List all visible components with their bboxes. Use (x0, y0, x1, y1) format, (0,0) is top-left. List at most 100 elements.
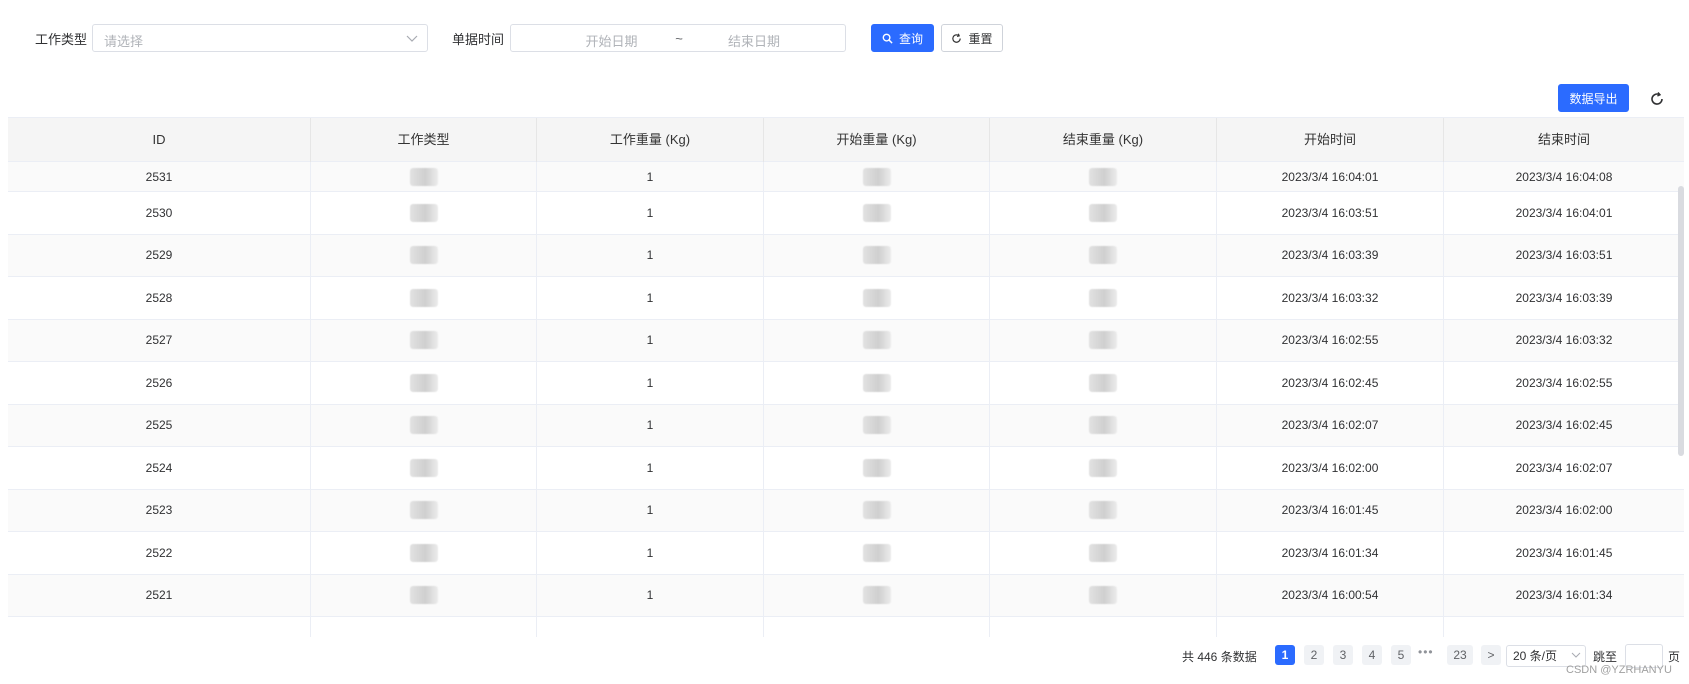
cell-end-weight (990, 277, 1217, 319)
cell-end-time: 2023/3/4 16:04:08 (1515, 169, 1613, 184)
cell-work-weight: 1 (537, 532, 764, 574)
cell-end-weight (990, 162, 1217, 191)
cell-work-weight: 1 (537, 277, 764, 319)
cell-id: 2521 (8, 574, 311, 616)
redacted-value (409, 331, 438, 350)
table-scrollbar[interactable] (1678, 186, 1684, 456)
work-type-label: 工作类型 (35, 32, 88, 47)
redacted-value (862, 501, 891, 520)
column-header-id[interactable]: ID (8, 118, 311, 162)
cell-start-weight (764, 192, 990, 234)
cell-end-time: 2023/3/4 16:02:55 (1515, 375, 1613, 390)
cell-start-time: 2023/3/4 16:02:55 (1217, 319, 1444, 361)
cell-end-weight (990, 362, 1217, 404)
refresh-icon[interactable] (1648, 90, 1666, 108)
cell-id: 2529 (8, 234, 311, 276)
redacted-value (1089, 373, 1117, 392)
cell-start-weight (764, 362, 990, 404)
page-button-4[interactable]: 4 (1362, 645, 1382, 665)
table-row[interactable]: 2524 1 2023/3/4 16:02:00 2023/3/4 16:02:… (8, 447, 1684, 490)
cell-start-weight (764, 319, 990, 361)
export-button-label: 数据导出 (1569, 91, 1618, 106)
cell-start-time: 2023/3/4 16:02:07 (1217, 404, 1444, 446)
column-header-work-type[interactable]: 工作类型 (311, 118, 537, 162)
cell-empty (311, 617, 537, 637)
start-date-input[interactable]: 开始日期 (564, 31, 659, 50)
column-header-end-time[interactable]: 结束时间 (1444, 118, 1684, 162)
redacted-value (1089, 331, 1117, 350)
page-button-3[interactable]: 3 (1333, 645, 1353, 665)
table-row[interactable]: 2529 1 2023/3/4 16:03:39 2023/3/4 16:03:… (8, 234, 1684, 277)
cell-end-weight (990, 574, 1217, 616)
cell-work-weight: 1 (537, 574, 764, 616)
cell-start-weight (764, 574, 990, 616)
table-row[interactable]: 2521 1 2023/3/4 16:00:54 2023/3/4 16:01:… (8, 574, 1684, 617)
cell-start-time: 2023/3/4 16:01:34 (1217, 532, 1444, 574)
query-button-label: 查询 (898, 31, 923, 46)
end-date-input[interactable]: 结束日期 (699, 31, 809, 50)
redacted-value (1089, 586, 1117, 605)
redacted-value (1089, 543, 1117, 562)
redacted-value (409, 373, 438, 392)
export-data-button[interactable]: 数据导出 (1558, 84, 1629, 112)
table-row[interactable]: 2526 1 2023/3/4 16:02:45 2023/3/4 16:02:… (8, 362, 1684, 405)
query-button[interactable]: 查询 (871, 24, 934, 52)
search-icon (882, 33, 893, 44)
cell-work-weight: 1 (537, 192, 764, 234)
reset-button[interactable]: 重置 (941, 24, 1003, 52)
date-range-picker[interactable]: 开始日期 ~ 结束日期 (510, 24, 846, 52)
cell-empty (990, 617, 1217, 637)
cell-work-type (311, 404, 537, 446)
cell-end-time: 2023/3/4 16:03:32 (1515, 333, 1613, 348)
page-button-last[interactable]: 23 (1447, 645, 1473, 665)
work-type-select[interactable]: 请选择 (92, 24, 428, 52)
cell-end-time: 2023/3/4 16:04:01 (1515, 205, 1613, 220)
column-header-end-weight[interactable]: 结束重量 (Kg) (990, 118, 1217, 162)
table-row[interactable]: 2522 1 2023/3/4 16:01:34 2023/3/4 16:01:… (8, 532, 1684, 575)
cell-end-time: 2023/3/4 16:02:07 (1515, 460, 1613, 475)
cell-work-type (311, 277, 537, 319)
redacted-value (409, 246, 438, 265)
cell-start-weight (764, 532, 990, 574)
table-body: 2531 1 2023/3/4 16:04:01 2023/3/4 16:04:… (8, 162, 1684, 637)
cell-id: 2523 (8, 489, 311, 531)
watermark: CSDN @YZRHANYU (1566, 664, 1672, 676)
table-row[interactable]: 2531 1 2023/3/4 16:04:01 2023/3/4 16:04:… (8, 162, 1684, 192)
column-header-start-weight[interactable]: 开始重量 (Kg) (764, 118, 990, 162)
cell-end-time: 2023/3/4 16:03:51 (1515, 248, 1613, 263)
cell-work-type (311, 532, 537, 574)
redacted-value (862, 246, 891, 265)
page-ellipsis[interactable]: ••• (1418, 645, 1434, 659)
redacted-value (862, 167, 891, 186)
page-button-5[interactable]: 5 (1391, 645, 1411, 665)
table-row[interactable]: 2525 1 2023/3/4 16:02:07 2023/3/4 16:02:… (8, 404, 1684, 447)
cell-work-weight: 1 (537, 447, 764, 489)
cell-end-time: 2023/3/4 16:02:45 (1515, 418, 1613, 433)
table-row[interactable]: 2523 1 2023/3/4 16:01:45 2023/3/4 16:02:… (8, 489, 1684, 532)
cell-end-time: 2023/3/4 16:03:39 (1515, 290, 1613, 305)
cell-end-time: 2023/3/4 16:02:00 (1515, 503, 1613, 518)
page-button-2[interactable]: 2 (1304, 645, 1324, 665)
cell-work-weight: 1 (537, 234, 764, 276)
redacted-value (862, 416, 891, 435)
cell-end-weight (990, 319, 1217, 361)
next-page-button[interactable]: > (1481, 645, 1501, 665)
cell-work-type (311, 447, 537, 489)
redacted-value (862, 288, 891, 307)
table-row[interactable]: 2528 1 2023/3/4 16:03:32 2023/3/4 16:03:… (8, 277, 1684, 320)
column-header-start-time[interactable]: 开始时间 (1217, 118, 1444, 162)
redacted-value (862, 331, 891, 350)
redacted-value (862, 373, 891, 392)
table-row[interactable]: 2530 1 2023/3/4 16:03:51 2023/3/4 16:04:… (8, 192, 1684, 235)
cell-work-weight: 1 (537, 404, 764, 446)
table-row-partial (8, 617, 1684, 637)
cell-id: 2530 (8, 192, 311, 234)
table-header: ID 工作类型 工作重量 (Kg) 开始重量 (Kg) 结束重量 (Kg) 开始… (8, 118, 1684, 162)
column-header-work-weight[interactable]: 工作重量 (Kg) (537, 118, 764, 162)
cell-start-time: 2023/3/4 16:01:45 (1217, 489, 1444, 531)
table-row[interactable]: 2527 1 2023/3/4 16:02:55 2023/3/4 16:03:… (8, 319, 1684, 362)
cell-start-weight (764, 234, 990, 276)
reset-icon (952, 33, 962, 43)
page-button-1[interactable]: 1 (1275, 645, 1295, 665)
redacted-value (409, 501, 438, 520)
